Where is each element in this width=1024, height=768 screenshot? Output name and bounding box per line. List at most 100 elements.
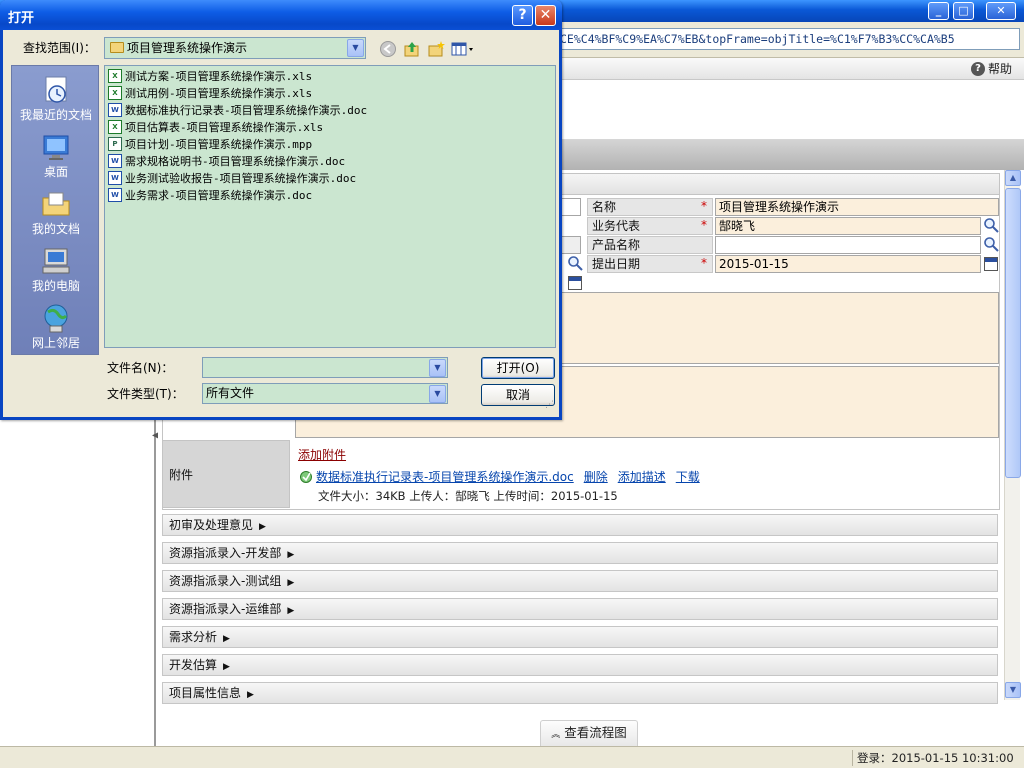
download-link[interactable]: 下载: [676, 468, 700, 485]
file-item[interactable]: X 测试用例-项目管理系统操作演示.xls: [108, 85, 312, 101]
minimize-button[interactable]: _: [928, 2, 949, 20]
add-attachment-link[interactable]: 添加附件: [298, 446, 346, 463]
name-field[interactable]: 项目管理系统操作演示: [715, 198, 999, 216]
required-mark: *: [701, 218, 707, 232]
help-link[interactable]: ? 帮助: [970, 61, 1012, 77]
section-bar[interactable]: 资源指派录入-运维部 ▶: [162, 598, 998, 620]
file-item[interactable]: W 需求规格说明书-项目管理系统操作演示.doc: [108, 153, 345, 169]
place-my-computer[interactable]: 我的电脑: [12, 243, 100, 299]
recent-documents-icon: [40, 74, 72, 106]
calendar-icon[interactable]: [568, 276, 582, 290]
maximize-button[interactable]: □: [953, 2, 974, 20]
open-button[interactable]: 打开(O): [481, 357, 555, 379]
new-folder-icon[interactable]: [427, 40, 445, 58]
attachment-label: 附件: [162, 440, 290, 508]
place-my-documents[interactable]: 我的文档: [12, 186, 100, 242]
section-label: 需求分析: [169, 630, 218, 644]
section-label: 开发估算: [169, 658, 218, 672]
back-icon[interactable]: [379, 40, 397, 58]
help-label: 帮助: [987, 62, 1012, 76]
my-computer-icon: [40, 245, 72, 277]
file-item[interactable]: W 业务测试验收报告-项目管理系统操作演示.doc: [108, 170, 356, 186]
date-field[interactable]: 2015-01-15: [715, 255, 981, 273]
filename-input[interactable]: ▼: [202, 357, 448, 378]
section-label: 资源指派录入-测试组: [169, 574, 282, 588]
doc-file-icon: W: [108, 188, 122, 202]
calendar-icon[interactable]: [984, 257, 998, 271]
attachment-file-link[interactable]: 数据标准执行记录表-项目管理系统操作演示.doc: [316, 468, 574, 485]
delete-attachment-link[interactable]: 删除: [584, 468, 608, 485]
look-in-label: 查找范围(I)：: [23, 41, 96, 55]
scroll-thumb[interactable]: [1005, 188, 1021, 478]
section-bar[interactable]: 开发估算 ▶: [162, 654, 998, 676]
up-folder-icon[interactable]: [403, 40, 421, 58]
doc-file-icon: W: [108, 103, 122, 117]
network-places-icon: [40, 302, 72, 334]
add-description-link[interactable]: 添加描述: [618, 468, 666, 485]
place-desktop[interactable]: 桌面: [12, 129, 100, 185]
file-name: 数据标准执行记录表-项目管理系统操作演示.doc: [125, 104, 368, 117]
scroll-down-button[interactable]: ▼: [1005, 682, 1021, 698]
chevron-right-icon: ▶: [287, 606, 295, 616]
chevron-right-icon: ▶: [247, 690, 254, 700]
browser-close-button[interactable]: ✕: [986, 2, 1016, 20]
cancel-button[interactable]: 取消: [481, 384, 555, 406]
file-name: 需求规格说明书-项目管理系统操作演示.doc: [125, 155, 346, 168]
view-menu-icon[interactable]: [451, 40, 475, 58]
desktop-icon: [40, 131, 72, 163]
dialog-titlebar[interactable]: 打开 ? ✕: [0, 0, 562, 30]
file-name: 业务需求-项目管理系统操作演示.doc: [125, 189, 313, 202]
file-name: 项目估算表-项目管理系统操作演示.xls: [125, 121, 324, 134]
attachment-area: 添加附件 数据标准执行记录表-项目管理系统操作演示.doc 删除 添加描述 下载…: [294, 440, 998, 508]
section-bar[interactable]: 资源指派录入-开发部 ▶: [162, 542, 998, 564]
filetype-label: 文件类型(T)：: [107, 387, 184, 401]
view-flowchart-label: 查看流程图: [564, 725, 627, 740]
xls-file-icon: X: [108, 69, 122, 83]
mpp-file-icon: P: [108, 137, 122, 151]
file-list[interactable]: X 测试方案-项目管理系统操作演示.xls X 测试用例-项目管理系统操作演示.xls…: [104, 65, 556, 348]
filetype-dropdown[interactable]: 所有文件 ▼: [202, 383, 448, 404]
search-icon[interactable]: [567, 255, 583, 271]
section-bar[interactable]: 项目属性信息 ▶: [162, 682, 998, 704]
place-recent-documents[interactable]: 我最近的文档: [12, 72, 100, 128]
vertical-scrollbar[interactable]: ▲ ▼: [1004, 170, 1021, 700]
chevron-right-icon: ▶: [287, 578, 295, 588]
attachment-icon: [300, 471, 312, 483]
status-bar: 登录：2015-01-15 10:31:00: [0, 746, 1024, 768]
file-item[interactable]: W 数据标准执行记录表-项目管理系统操作演示.doc: [108, 102, 367, 118]
dialog-help-button[interactable]: ?: [512, 5, 533, 26]
date-label: 提出日期: [587, 255, 713, 273]
file-item[interactable]: X 项目估算表-项目管理系统操作演示.xls: [108, 119, 323, 135]
file-item[interactable]: X 测试方案-项目管理系统操作演示.xls: [108, 68, 312, 84]
biz-rep-field[interactable]: 郜晓飞: [715, 217, 981, 235]
attachment-row: 数据标准执行记录表-项目管理系统操作演示.doc 删除 添加描述 下载: [298, 468, 700, 484]
look-in-dropdown[interactable]: 项目管理系统操作演示 ▼: [104, 37, 366, 59]
place-network-places[interactable]: 网上邻居: [12, 300, 100, 356]
chevron-down-icon[interactable]: ▼: [347, 39, 364, 57]
section-bar[interactable]: 资源指派录入-测试组 ▶: [162, 570, 998, 592]
dialog-close-button[interactable]: ✕: [535, 5, 556, 26]
product-field[interactable]: [715, 236, 981, 254]
view-flowchart-button[interactable]: ︽ 查看流程图: [540, 720, 638, 746]
login-status: 登录：2015-01-15 10:31:00: [852, 750, 1014, 766]
section-bar[interactable]: 需求分析 ▶: [162, 626, 998, 648]
place-label: 我的文档: [31, 222, 80, 236]
file-item[interactable]: P 项目计划-项目管理系统操作演示.mpp: [108, 136, 312, 152]
chevron-down-icon[interactable]: ▼: [429, 385, 446, 403]
filename-label: 文件名(N)：: [107, 361, 174, 375]
address-input[interactable]: CE%C4%BF%C9%EA%C7%EB&topFrame=objTitle=%…: [556, 28, 1020, 50]
search-icon[interactable]: [983, 236, 999, 252]
doc-file-icon: W: [108, 171, 122, 185]
resize-grip-icon[interactable]: ⋰: [545, 401, 557, 414]
file-item[interactable]: W 业务需求-项目管理系统操作演示.doc: [108, 187, 312, 203]
look-in-value: 项目管理系统操作演示: [127, 41, 248, 55]
section-label: 资源指派录入-运维部: [169, 602, 282, 616]
chevron-down-icon[interactable]: ▼: [429, 359, 446, 377]
place-label: 我的电脑: [31, 279, 80, 293]
search-icon[interactable]: [983, 217, 999, 233]
section-bar[interactable]: 初审及处理意见 ▶: [162, 514, 998, 536]
chevron-right-icon: ▶: [223, 634, 230, 644]
places-bar: 我最近的文档 桌面我的文档我的电脑网上邻居: [11, 65, 99, 355]
chevron-right-icon: ▶: [223, 662, 230, 672]
scroll-up-button[interactable]: ▲: [1005, 170, 1021, 186]
